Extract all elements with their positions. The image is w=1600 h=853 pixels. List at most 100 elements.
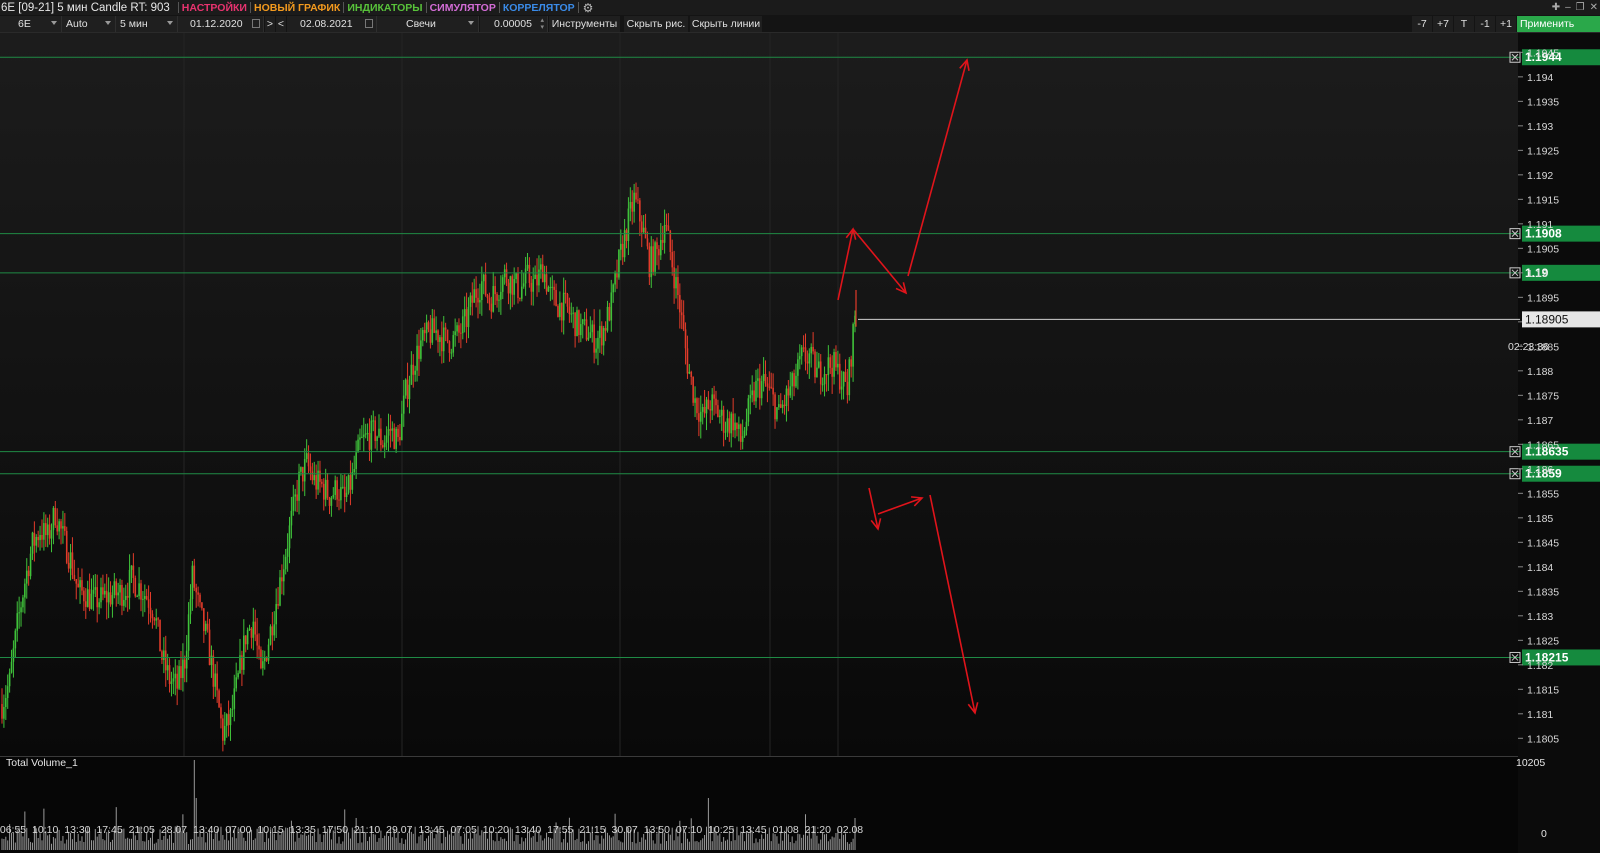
candle-body	[288, 525, 291, 549]
minimize-icon[interactable]: –	[1565, 2, 1571, 13]
candle-body	[347, 475, 350, 493]
hide-lines-button[interactable]: Скрыть линии	[690, 16, 762, 32]
candle-body	[420, 340, 422, 359]
menu-simulator[interactable]: СИМУЛЯТОР	[427, 2, 499, 14]
candle-body	[383, 442, 386, 448]
menu-indicators[interactable]: ИНДИКАТОРЫ	[344, 2, 425, 14]
candle-body	[835, 352, 837, 368]
candle-body	[730, 413, 733, 434]
price-chart[interactable]: 1.19441.19081.191.186351.18591.18215 1.1…	[0, 33, 1600, 853]
candle-body	[277, 603, 279, 606]
candle-body	[24, 583, 26, 598]
candle-body	[250, 628, 253, 638]
calendar-icon[interactable]	[252, 19, 260, 28]
next-button[interactable]: >	[265, 16, 275, 32]
hide-drawings-button[interactable]: Скрыть рис.	[624, 16, 688, 32]
candle-body	[130, 565, 133, 570]
candle-body	[370, 420, 373, 450]
candle-body	[599, 325, 601, 338]
menu-settings[interactable]: НАСТРОЙКИ	[179, 2, 250, 14]
candle-body	[591, 324, 594, 333]
candle-body	[8, 672, 11, 687]
candle-body	[783, 404, 786, 406]
chevron-down-icon	[51, 21, 57, 25]
candle-body	[27, 570, 30, 577]
candle-body	[212, 655, 215, 687]
date-from-field[interactable]: 01.12.2020	[178, 16, 264, 32]
candle-body	[673, 267, 675, 289]
step-minus7-button[interactable]: -7	[1412, 16, 1432, 32]
candle-body	[214, 673, 217, 687]
step-minus1-button[interactable]: -1	[1475, 16, 1495, 32]
candle-body	[197, 592, 199, 595]
candle-body	[551, 286, 554, 288]
candle-body	[614, 272, 616, 285]
candle-body	[404, 379, 407, 396]
candle-body	[471, 295, 474, 303]
candle-body	[73, 575, 76, 580]
candle-body	[324, 479, 327, 500]
candle-body	[812, 346, 814, 352]
scale-select[interactable]: Auto	[62, 16, 116, 32]
calendar-icon[interactable]	[365, 19, 373, 28]
candle-body	[679, 295, 681, 313]
candle-body	[684, 329, 687, 349]
candle-body	[121, 584, 123, 606]
close-icon[interactable]: ✕	[1590, 2, 1598, 13]
time-tick-label: 17:45	[96, 824, 122, 836]
candle-body	[67, 562, 70, 569]
candle-body	[770, 386, 773, 388]
candle-body	[442, 327, 445, 352]
restore-icon[interactable]: ❐	[1576, 2, 1585, 13]
stepper-arrows-icon[interactable]: ▴ ▾	[540, 17, 544, 31]
candle-body	[60, 521, 62, 529]
candle-body	[823, 374, 826, 385]
candle-body	[237, 673, 239, 678]
date-to-field[interactable]: 02.08.2021	[287, 16, 377, 32]
candle-body	[646, 238, 649, 247]
candle-body	[747, 398, 750, 422]
candle-body	[726, 418, 729, 432]
candle-body	[460, 332, 462, 334]
pin-icon[interactable]: ✚	[1552, 2, 1560, 13]
menu-new-chart[interactable]: НОВЫЙ ГРАФИК	[251, 2, 343, 14]
timeframe-select[interactable]: 5 мин	[116, 16, 178, 32]
candle-body	[364, 433, 367, 435]
candle-body	[96, 587, 99, 608]
apply-button[interactable]: Применить	[1517, 16, 1600, 32]
gears-icon[interactable]: ⚙	[579, 1, 594, 15]
candle-body	[831, 367, 833, 377]
candle-body	[623, 230, 626, 258]
time-tick-label: 21:15	[579, 824, 605, 836]
candle-body	[517, 273, 519, 298]
candle-body	[842, 371, 845, 387]
tick-size-stepper[interactable]: 0.00005 ▴ ▾	[480, 16, 548, 32]
candle-body	[808, 353, 811, 364]
candle-body	[338, 499, 340, 501]
candle-body	[732, 413, 734, 431]
candle-body	[564, 292, 567, 295]
step-plus7-button[interactable]: +7	[1433, 16, 1453, 32]
candle-body	[760, 381, 763, 399]
chart-type-select[interactable]: Свечи	[377, 16, 479, 32]
candle-body	[71, 552, 74, 576]
menu-correlator[interactable]: КОРРЕЛЯТОР	[500, 2, 578, 14]
instruments-button[interactable]: Инструменты	[549, 16, 620, 32]
candle-body	[399, 436, 401, 441]
candle-body	[627, 208, 630, 241]
candle-body	[444, 327, 447, 330]
candle-body	[218, 690, 220, 708]
symbol-select[interactable]: 6E	[0, 16, 62, 32]
candle-body	[852, 324, 854, 367]
candle-body	[757, 378, 759, 381]
prev-button[interactable]: <	[276, 16, 286, 32]
candle-body	[105, 590, 108, 603]
candle-body	[206, 623, 209, 630]
candle-body	[191, 565, 194, 600]
step-plus1-button[interactable]: +1	[1496, 16, 1516, 32]
candle-body	[380, 428, 382, 446]
step-t-button[interactable]: T	[1454, 16, 1474, 32]
candle-body	[10, 661, 13, 673]
candle-body	[540, 264, 542, 270]
candle-body	[124, 596, 127, 601]
